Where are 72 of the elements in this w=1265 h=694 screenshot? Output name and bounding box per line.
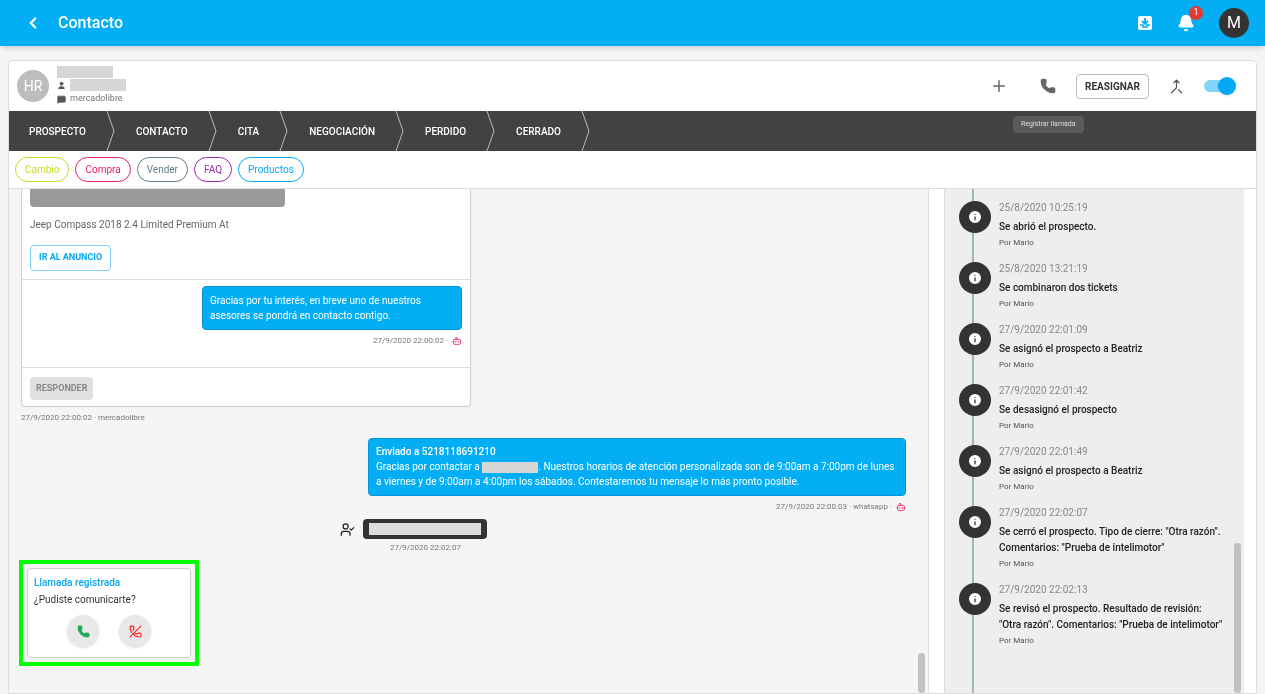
stage-step[interactable]: CONTACTO	[115, 123, 208, 139]
reassign-button[interactable]: REASIGNAR	[1076, 73, 1149, 99]
stage-chevron-icon	[486, 111, 497, 151]
info-icon	[959, 583, 991, 615]
event-description: Se asignó el prospecto a Beatriz	[999, 464, 1143, 478]
call-card-title: Llamada registrada	[34, 576, 122, 590]
info-icon	[959, 445, 991, 477]
call-answered-button[interactable]	[67, 615, 99, 647]
event-author: Por Mario	[999, 635, 1035, 647]
event-author: Por Mario	[999, 359, 1035, 371]
info-icon	[959, 323, 991, 355]
user-check-icon	[340, 521, 355, 537]
stage-step[interactable]: CERRADO	[496, 123, 581, 139]
message-meta: 27/9/2020 22:00:03 · whatsapp ·	[776, 501, 892, 513]
contact-avatar: HR	[17, 70, 49, 102]
download-tray-icon[interactable]	[1137, 15, 1153, 31]
stage-chevron-icon	[580, 111, 591, 151]
stage-step[interactable]: PERDIDO	[405, 123, 487, 139]
event-author: Por Mario	[999, 558, 1035, 570]
chat-icon	[57, 94, 66, 104]
robot-icon	[452, 335, 462, 346]
message-recipient: Enviado a 5218118691210	[376, 445, 497, 459]
event-time: 27/9/2020 22:01:42	[999, 384, 1089, 398]
stage-chevron-icon	[279, 111, 290, 151]
event-author: Por Mario	[999, 298, 1035, 310]
listing-title: Jeep Compass 2018 2.4 Limited Premium At	[30, 218, 230, 232]
event-time: 25/8/2020 10:25:19	[999, 201, 1089, 215]
event-author: Por Mario	[999, 237, 1035, 249]
merge-icon[interactable]	[1169, 78, 1184, 94]
notification-bell-icon[interactable]	[1177, 14, 1195, 32]
stage-step[interactable]: NEGOCIACIÓN	[289, 123, 395, 139]
contact-source: mercadolibre	[70, 92, 123, 106]
person-icon	[57, 80, 66, 90]
event-time: 27/9/2020 22:02:07	[390, 542, 461, 554]
stage-chevron-icon	[395, 111, 405, 151]
event-time: 27/9/2020 22:01:09	[999, 323, 1089, 337]
event-time: 27/9/2020 22:01:49	[999, 445, 1089, 459]
info-icon	[959, 201, 991, 233]
info-icon	[959, 506, 991, 538]
call-question: ¿Pudiste comunicarte?	[34, 593, 137, 607]
event-description: Se cerró el prospecto. Tipo de cierre: "Otra razón". Comentarios: "Prueba de intelimotor"	[999, 525, 1222, 555]
event-description: Se abrió el prospecto.	[999, 220, 1097, 234]
stage-step[interactable]: CITA	[217, 123, 280, 139]
phone-icon[interactable]	[1040, 78, 1057, 94]
info-icon	[959, 384, 991, 416]
stage-chevron-icon	[207, 111, 218, 151]
info-icon	[959, 262, 991, 294]
event-time: 25/8/2020 13:21:19	[999, 262, 1089, 276]
notification-count: 1	[1189, 6, 1203, 20]
user-avatar[interactable]: M	[1219, 8, 1249, 38]
hang-up-icon	[128, 624, 142, 638]
robot-icon	[896, 502, 906, 512]
redacted-block	[70, 79, 126, 92]
page-title: Contacto	[58, 12, 123, 34]
stage-step[interactable]: PROSPECTO	[9, 123, 106, 139]
message-time: 27/9/2020 22:00:02 ·	[373, 334, 448, 347]
hang-up-button[interactable]	[119, 615, 151, 647]
reply-bubble: Gracias por tu interés, en breve uno de nuestros asesores se pondrá en contacto contigo.	[202, 285, 462, 330]
event-description: Se desasignó el prospecto	[999, 403, 1117, 417]
event-description: Se revisó el prospecto. Resultado de revisión: "Otra razón". Comentarios: "Prueba de intelimotor"	[999, 602, 1224, 632]
event-description: Se combinaron dos tickets	[999, 281, 1118, 295]
redacted-block	[57, 66, 113, 79]
phone-icon	[76, 624, 90, 638]
event-author: Por Mario	[999, 420, 1035, 432]
event-time: 27/9/2020 22:02:13	[999, 583, 1089, 597]
event-author: Por Mario	[999, 481, 1035, 493]
message-meta: 27/9/2020 22:00:02 · mercadolibre	[21, 412, 146, 424]
event-time: 27/9/2020 22:02:07	[999, 506, 1089, 520]
scrollbar-thumb[interactable]	[918, 653, 925, 693]
message-text: Gracias por contactar a . Nuestros horarios de atención personalizada son de 9:00am a 7:00pm de lunes a viernes y de 9:00am a 4:00pm los sábados. Contestaremos tu mensaje lo más pronto posible.	[376, 460, 896, 489]
event-description: Se asignó el prospecto a Beatriz	[999, 342, 1143, 356]
stage-chevron-icon	[105, 111, 116, 151]
